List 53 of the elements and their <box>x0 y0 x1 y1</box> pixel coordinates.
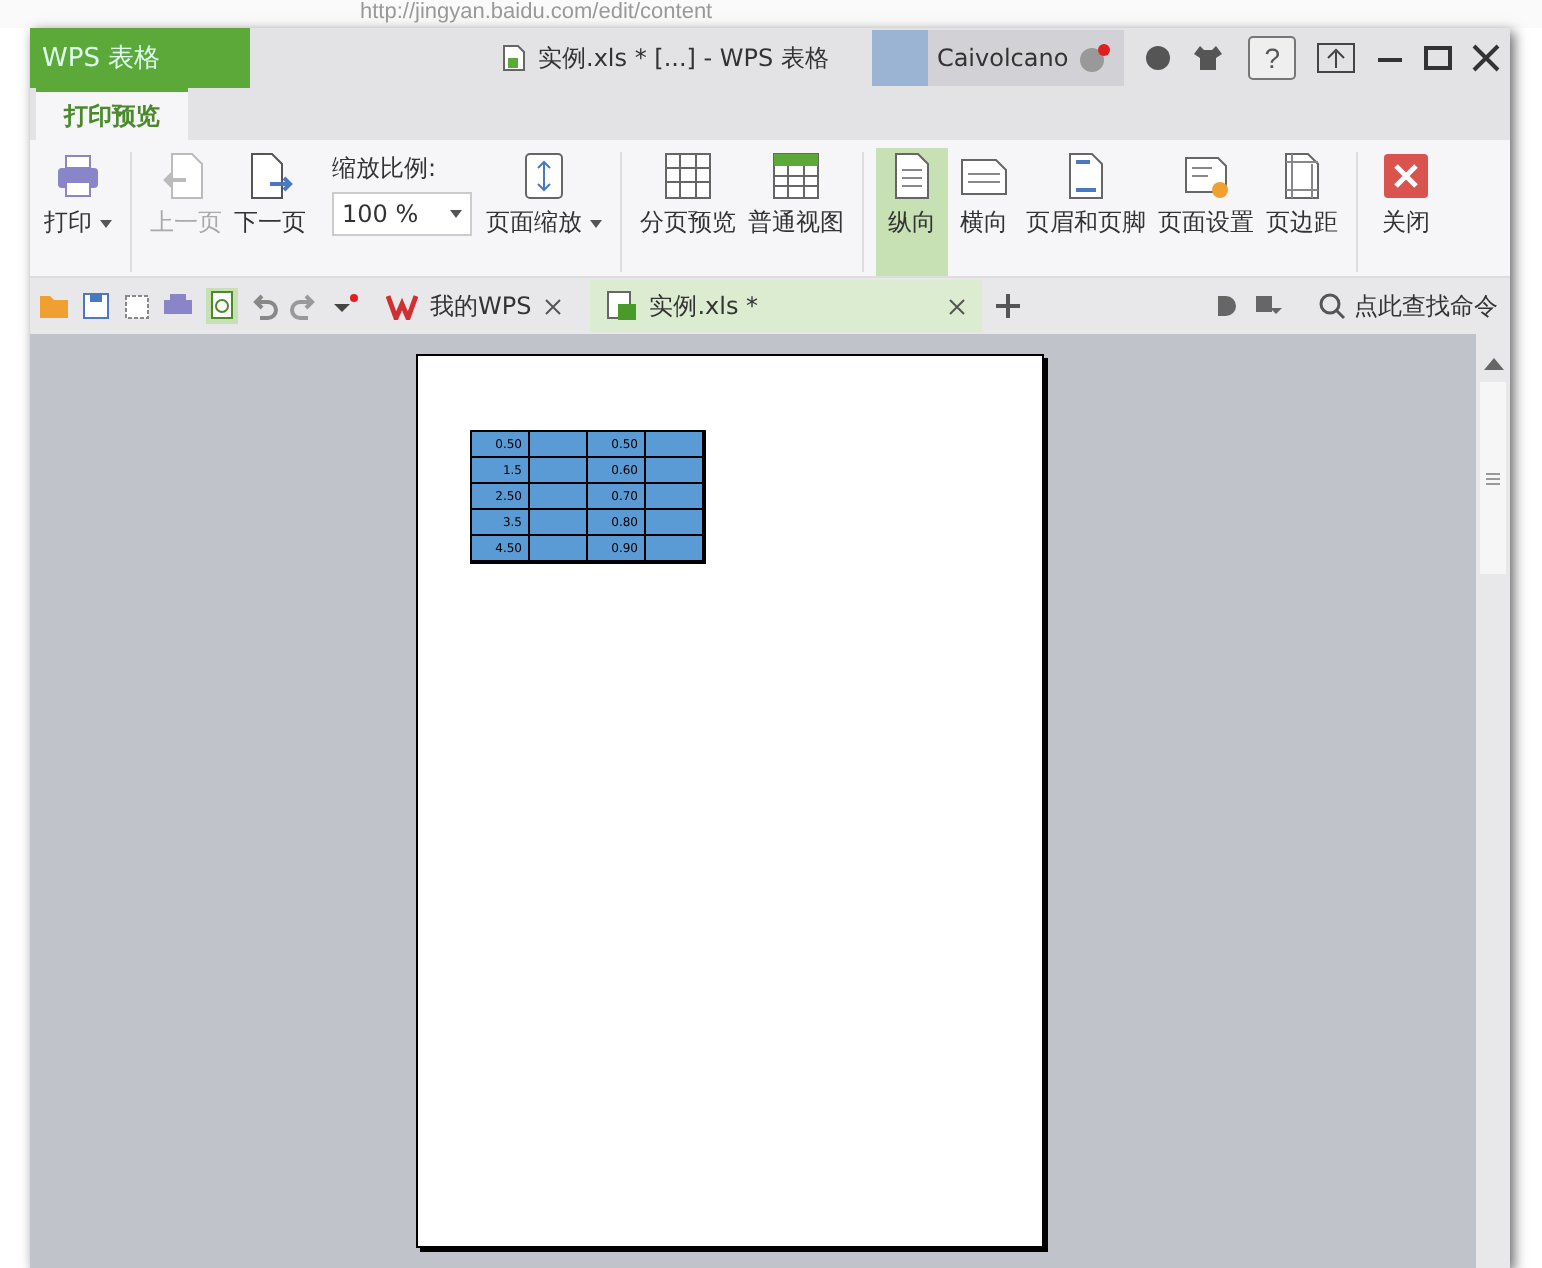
document-forward-arrow-icon <box>246 152 294 200</box>
toolbar-button[interactable]: 页边距 <box>1260 148 1344 276</box>
toolbar-button[interactable]: 分页预览 <box>634 148 742 276</box>
spreadsheet-icon <box>772 152 820 200</box>
close-tab-icon[interactable] <box>543 297 562 315</box>
restore-ribbon-icon[interactable] <box>1315 42 1356 74</box>
table-cell <box>530 458 588 484</box>
close-icon <box>1382 152 1430 200</box>
printer-icon <box>54 152 102 200</box>
ribbon-tab[interactable]: 打印预览 <box>36 88 188 140</box>
window-title: 实例.xls * [...] - WPS 表格 <box>538 41 829 75</box>
page-gear-icon <box>1182 152 1230 200</box>
avatar-placeholder <box>872 30 929 86</box>
scrollbar-thumb[interactable] <box>1480 382 1506 574</box>
toolbar-button[interactable]: 页面缩放 <box>480 148 608 276</box>
dropdown-panel-icon[interactable] <box>1254 294 1282 318</box>
user-account-button[interactable]: Caivolcano <box>872 30 1125 86</box>
print-preview-icon[interactable] <box>206 288 238 324</box>
undo-icon[interactable] <box>250 292 278 320</box>
document-tab[interactable]: 我的WPS <box>370 280 578 332</box>
table-cell <box>530 484 588 510</box>
scroll-up-arrow-icon[interactable] <box>1483 358 1503 370</box>
toolbar-button[interactable]: 纵向 <box>876 148 948 276</box>
zoom-dropdown[interactable]: 100 % <box>332 192 472 236</box>
maximize-icon[interactable] <box>1423 44 1452 72</box>
w-logo-icon <box>386 292 418 320</box>
grip-lines-icon <box>1486 471 1500 485</box>
spreadsheet-file-icon <box>605 290 638 322</box>
toolbar-button[interactable]: 打印 <box>38 148 118 276</box>
printer-icon[interactable] <box>162 292 194 320</box>
vertical-scrollbar[interactable] <box>1476 334 1510 1268</box>
page-fit-icon <box>520 152 568 200</box>
search-icon <box>1318 292 1346 320</box>
spreadsheet-file-icon <box>502 44 526 72</box>
toolbar-button[interactable]: 横向 <box>948 148 1020 276</box>
command-search[interactable]: 点此查找命令 <box>1306 287 1510 325</box>
caret-icon <box>450 210 462 218</box>
toolbar-button[interactable]: 页面设置 <box>1152 148 1260 276</box>
new-tab-plus-icon[interactable] <box>993 292 1022 320</box>
toolbar-button[interactable]: 普通视图 <box>742 148 850 276</box>
toolbar-button[interactable]: 页眉和页脚 <box>1020 148 1152 276</box>
document-tab[interactable]: 实例.xls * <box>589 280 982 332</box>
close-icon[interactable] <box>1471 44 1500 72</box>
help-button[interactable]: ? <box>1248 36 1296 80</box>
table-cell <box>530 510 588 536</box>
close-tab-icon[interactable] <box>947 297 966 315</box>
user-name: Caivolcano <box>936 44 1069 72</box>
zoom-label: 缩放比例: <box>332 152 439 186</box>
save-icon[interactable] <box>82 292 110 320</box>
grid-icon <box>664 152 712 200</box>
d-shape-icon[interactable] <box>1214 294 1238 318</box>
toolbar-button[interactable]: 下一页 <box>228 148 312 276</box>
toolbar-button[interactable]: 关闭 <box>1370 148 1442 276</box>
